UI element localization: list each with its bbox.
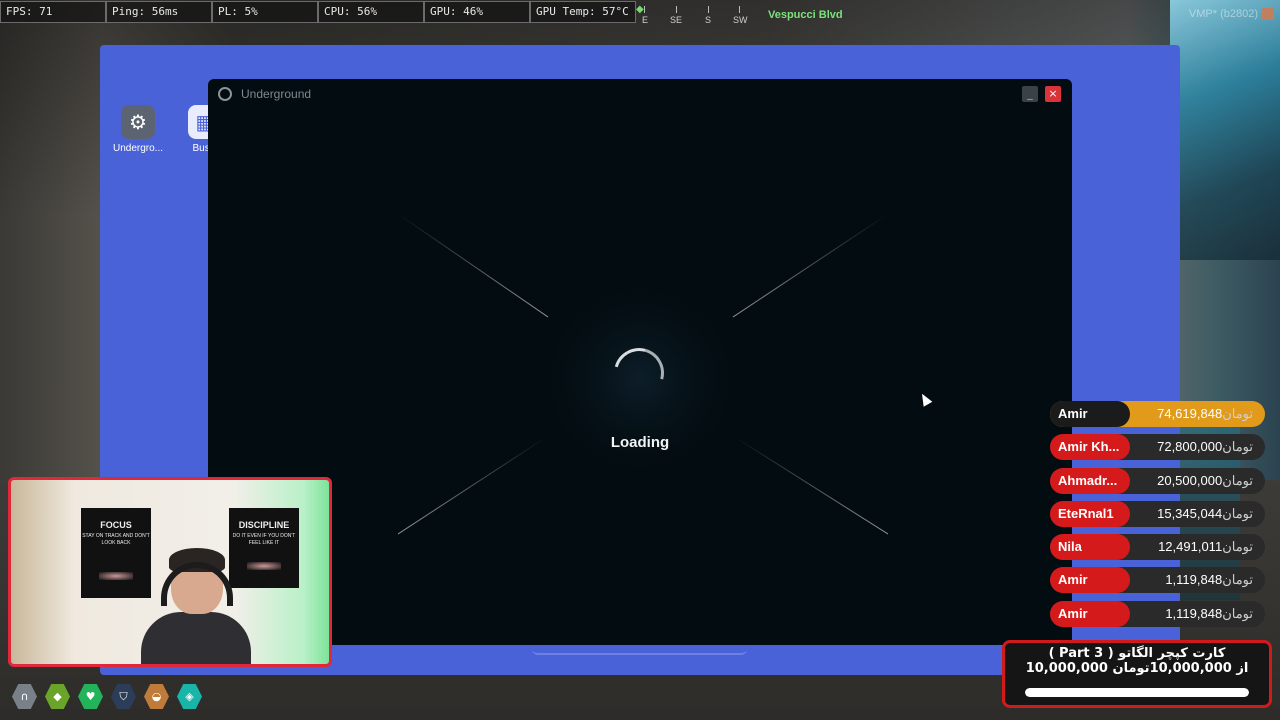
compass-e: E — [642, 15, 649, 25]
water-icon: ◈ — [177, 684, 202, 709]
performance-hud: FPS: 71 Ping: 56ms PL: 5% CPU: 56% GPU: … — [0, 1, 636, 23]
server-id: VMP* (b2802) — [1188, 8, 1258, 20]
streamer — [141, 548, 251, 664]
donor-amount: 74,619,848 — [1157, 406, 1223, 421]
compass-s: S — [705, 15, 712, 25]
donor-amount: 1,119,848 — [1165, 572, 1223, 588]
headset-icon: ∩ — [12, 684, 37, 709]
location-pin-icon: ◆ — [636, 4, 644, 15]
leaderboard-row: Ahmadr... تومان20,500,000 — [1050, 467, 1265, 494]
turbo-icon: ⚙ — [121, 105, 155, 139]
donor-amount: 20,500,000 — [1157, 472, 1223, 488]
neon-building — [1170, 0, 1280, 260]
currency-label: تومان — [1222, 439, 1253, 455]
donor-name: Ahmadr... — [1050, 467, 1130, 494]
streamer-webcam: FOCUS STAY ON TRACK AND DON'T LOOK BACK … — [8, 477, 332, 667]
leaderboard-row: EteRnal1 تومان15,345,044 — [1050, 500, 1265, 527]
donor-amount: 72,800,000 — [1157, 439, 1223, 455]
underground-app-window: Underground _ × Loading — [208, 79, 1072, 645]
fps-readout: FPS: 71 — [0, 1, 106, 23]
packet-loss-readout: PL: 5% — [212, 1, 318, 23]
leaderboard-row: Amir تومان74,619,848 — [1050, 401, 1265, 427]
street-name: Vespucci Blvd — [768, 9, 843, 21]
compass-se: SE — [670, 15, 683, 25]
donor-amount: 15,345,044 — [1157, 505, 1223, 521]
gpu-readout: GPU: 46% — [424, 1, 530, 23]
currency-label: تومان — [1222, 572, 1253, 588]
hunger-icon: ◒ — [144, 684, 169, 709]
currency-label: تومان — [1222, 539, 1253, 555]
donor-name: Amir — [1050, 567, 1130, 594]
donation-goal: ( Part 3 ) کارت کپچر الگاتو 10,000,000 ا… — [1002, 640, 1272, 708]
compass-sw: SW — [733, 15, 748, 25]
compass: ◆ E SE S SW — [632, 2, 762, 28]
goal-progress-bar — [1025, 688, 1249, 697]
donor-name: Amir — [1050, 600, 1130, 627]
tablet-home-indicator[interactable] — [532, 645, 747, 655]
donor-amount: 12,491,011 — [1158, 539, 1223, 555]
currency-label: تومان — [1222, 605, 1253, 621]
decor-line-tl — [397, 213, 549, 318]
donation-leaderboard: Amir تومان74,619,848 Amir Kh... تومان72,… — [1050, 401, 1265, 634]
cpu-readout: CPU: 56% — [318, 1, 424, 23]
compass-tick — [644, 6, 645, 13]
leaderboard-row: Nila تومان12,491,011 — [1050, 534, 1265, 561]
donor-name: Nila — [1050, 534, 1130, 561]
loading-label: Loading — [610, 434, 670, 451]
goal-progress-fill — [1025, 688, 1249, 697]
goal-title: ( Part 3 ) کارت کپچر الگاتو — [1048, 646, 1226, 661]
donor-name: Amir — [1050, 401, 1130, 427]
health-icon: ♥ — [78, 684, 103, 709]
compass-tick — [739, 6, 740, 13]
donor-name: Amir Kh... — [1050, 434, 1130, 461]
gpu-temp-readout: GPU Temp: 57°C — [530, 1, 636, 23]
currency-label: تومان — [1222, 472, 1253, 488]
donor-amount: 1,119,848 — [1165, 605, 1223, 621]
leaderboard-row: Amir تومان1,119,848 — [1050, 567, 1265, 594]
goal-progress-text: 10,000,000 از 10,000,000تومان — [1025, 661, 1249, 676]
status-icons: ∩ ◆ ♥ ⛉ ◒ ◈ — [12, 684, 202, 709]
compass-tick — [676, 6, 677, 13]
desktop-icon-underground[interactable]: ⚙ Undergro... — [108, 105, 168, 154]
food-icon: ◆ — [45, 684, 70, 709]
ping-readout: Ping: 56ms — [106, 1, 212, 23]
armor-icon: ⛉ — [111, 684, 136, 709]
desktop-icon-label: Undergro... — [112, 143, 164, 154]
decor-line-tr — [732, 213, 889, 318]
currency-label: تومان — [1222, 406, 1253, 421]
compass-tick — [708, 6, 709, 13]
leaderboard-row: Amir Kh... تومان72,800,000 — [1050, 434, 1265, 461]
donor-name: EteRnal1 — [1050, 500, 1130, 527]
currency-label: تومان — [1222, 505, 1253, 521]
leaderboard-row: Amir تومان1,119,848 — [1050, 600, 1265, 627]
server-avatar-icon — [1262, 8, 1274, 20]
